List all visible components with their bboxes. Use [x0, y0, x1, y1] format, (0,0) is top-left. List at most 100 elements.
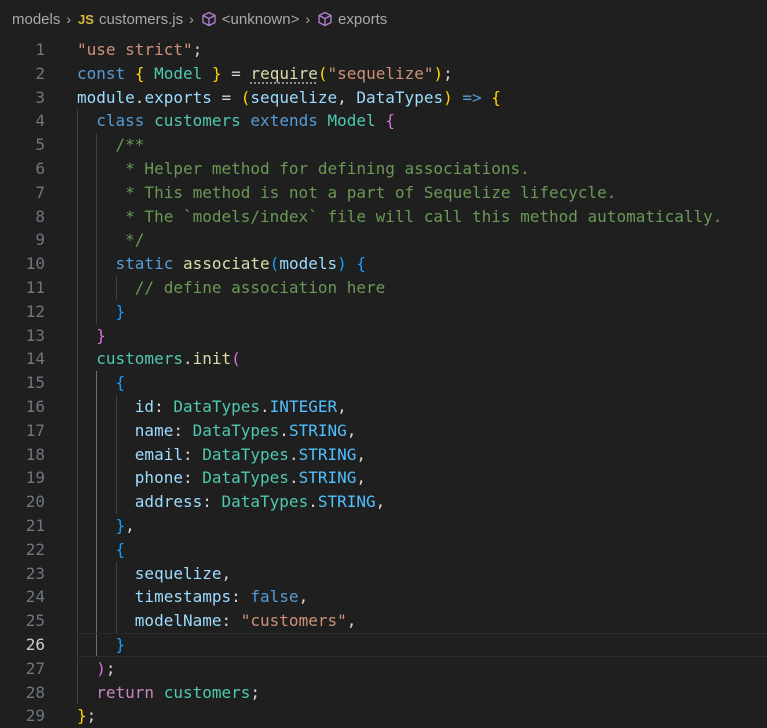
- code-token: {: [115, 539, 126, 559]
- code-line[interactable]: 12 }: [0, 299, 767, 324]
- code-line[interactable]: 17 name: DataTypes.STRING,: [0, 418, 767, 443]
- breadcrumb-symbol-exports[interactable]: exports: [338, 11, 387, 28]
- code-token: =: [211, 87, 241, 107]
- code-line[interactable]: 3 module.exports = (sequelize, DataTypes)…: [0, 86, 767, 110]
- code-token: */: [115, 230, 145, 250]
- code-content: "use strict";: [45, 38, 767, 62]
- code-token: STRING: [298, 468, 357, 488]
- code-token: init: [192, 349, 232, 369]
- code-token: ,: [356, 468, 367, 488]
- code-token: STRING: [317, 492, 376, 512]
- code-content: email: DataTypes.STRING,: [45, 442, 767, 467]
- line-number: 22: [25, 539, 45, 559]
- code-line[interactable]: 21 },: [0, 513, 767, 538]
- code-content: timestamps: false,: [45, 585, 767, 610]
- code-line[interactable]: 10 static associate(models) {: [0, 252, 767, 276]
- code-content: // define association here: [45, 275, 767, 300]
- code-token: }: [115, 301, 126, 321]
- code-line[interactable]: 24 timestamps: false,: [0, 585, 767, 610]
- code-line[interactable]: 23 sequelize,: [0, 561, 767, 586]
- code-token: ;: [250, 682, 261, 702]
- code-content: sequelize,: [45, 561, 767, 586]
- line-number: 10: [25, 254, 45, 274]
- code-content: */: [45, 228, 767, 253]
- symbol-cube-icon: [318, 11, 332, 27]
- code-line[interactable]: 28 return customers;: [0, 680, 767, 705]
- code-token: (: [240, 87, 251, 107]
- code-line[interactable]: 26 }: [0, 632, 767, 657]
- line-number: 13: [25, 325, 45, 345]
- code-token: ;: [443, 63, 453, 83]
- code-content: );: [45, 656, 767, 681]
- code-token: :: [173, 420, 193, 440]
- code-editor[interactable]: 1 "use strict"; 2 const { Model } = require…: [0, 38, 767, 728]
- code-token: * The `models/index` file will call this…: [115, 206, 723, 226]
- code-content: return customers;: [45, 680, 767, 705]
- code-content: static associate(models) {: [45, 252, 767, 276]
- code-line[interactable]: 13 }: [0, 323, 767, 348]
- code-line[interactable]: 25 modelName: "customers",: [0, 609, 767, 633]
- code-line[interactable]: 6 * Helper method for defining associati…: [0, 156, 767, 181]
- code-line[interactable]: 27 );: [0, 656, 767, 681]
- code-content: name: DataTypes.STRING,: [45, 418, 767, 443]
- code-token: INTEGER: [269, 396, 338, 416]
- code-line[interactable]: 8 * The `models/index` file will call th…: [0, 204, 767, 229]
- code-token: .: [308, 492, 318, 512]
- code-token: ,: [221, 563, 232, 583]
- code-content: modelName: "customers",: [45, 609, 767, 633]
- code-line[interactable]: 1 "use strict";: [0, 38, 767, 62]
- code-line[interactable]: 11 // define association here: [0, 275, 767, 300]
- code-token: false: [250, 587, 299, 607]
- code-token: name: [134, 420, 174, 440]
- line-number: 1: [35, 40, 45, 59]
- line-number: 19: [25, 468, 45, 488]
- line-number: 29: [25, 706, 45, 726]
- code-line[interactable]: 4 class customers extends Model {: [0, 109, 767, 134]
- code-token: {: [385, 111, 395, 131]
- code-line[interactable]: 18 email: DataTypes.STRING,: [0, 442, 767, 467]
- code-token: .: [279, 420, 289, 440]
- code-token: id: [134, 396, 155, 416]
- code-line[interactable]: 9 */: [0, 228, 767, 253]
- line-number: 25: [25, 611, 45, 631]
- code-line[interactable]: 2 const { Model } = require("sequelize");: [0, 62, 767, 86]
- code-token: sequelize: [134, 563, 222, 583]
- breadcrumb-symbol-unknown[interactable]: <unknown>: [222, 11, 300, 28]
- code-token: module: [77, 87, 135, 107]
- code-content: {: [45, 371, 767, 395]
- line-number: 5: [35, 135, 45, 155]
- code-line[interactable]: 5 /**: [0, 133, 767, 157]
- code-token: .: [260, 396, 270, 416]
- code-content: customers.init(: [45, 347, 767, 372]
- code-token: ;: [86, 706, 97, 726]
- code-line[interactable]: 20 address: DataTypes.STRING,: [0, 490, 767, 514]
- code-line[interactable]: 22 {: [0, 537, 767, 562]
- breadcrumb-folder[interactable]: models: [12, 11, 60, 28]
- code-line[interactable]: 14 customers.init(: [0, 347, 767, 372]
- code-token: STRING: [288, 420, 347, 440]
- code-line[interactable]: 19 phone: DataTypes.STRING,: [0, 466, 767, 491]
- code-line[interactable]: 16 id: DataTypes.INTEGER,: [0, 394, 767, 419]
- code-line[interactable]: 7 * This method is not a part of Sequeli…: [0, 180, 767, 205]
- code-content: * Helper method for defining association…: [45, 156, 767, 181]
- code-token: "sequelize": [327, 63, 434, 83]
- code-token: ,: [346, 611, 357, 631]
- code-token: email: [134, 444, 183, 464]
- breadcrumb-file[interactable]: customers.js: [99, 11, 183, 28]
- code-line[interactable]: 15 {: [0, 371, 767, 395]
- code-token: Model: [154, 63, 203, 83]
- code-line[interactable]: 29};: [0, 704, 767, 728]
